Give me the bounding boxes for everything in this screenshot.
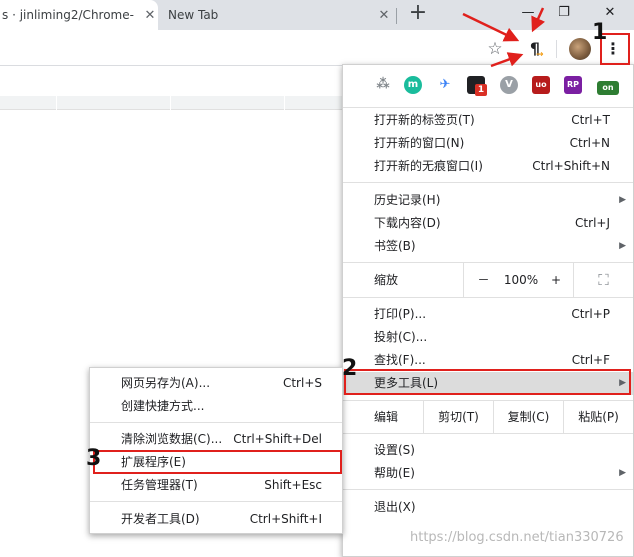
annotation-arrows (462, 7, 546, 68)
network-icon[interactable]: ⁂ (374, 76, 392, 94)
zoom-out-button[interactable]: － (463, 263, 503, 297)
edit-label: 编辑 (374, 410, 399, 424)
menu-item-help[interactable]: 帮助(E) ▶ (343, 462, 633, 485)
tab-title: s · jinliming2/Chrome- (2, 8, 134, 22)
zoom-row: 缩放 － 100% + ⛶ (343, 263, 633, 297)
menu-item-settings[interactable]: 设置(S) (343, 439, 633, 462)
menu-item-new-window[interactable]: 打开新的窗口(N) Ctrl+N (343, 132, 633, 155)
menu-item-label: 下载内容(D) (374, 216, 441, 230)
menu-item-label: 帮助(E) (374, 466, 415, 480)
menu-divider (90, 501, 342, 502)
submenu-item-create-shortcut[interactable]: 创建快捷方式... (90, 395, 342, 418)
menu-item-label: 设置(S) (374, 443, 415, 457)
menu-item-label: 打开新的无痕窗口(I) (374, 159, 483, 173)
highlight-box-more-tools (344, 369, 631, 395)
menu-item-label: 开发者工具(D) (121, 512, 200, 526)
toolbar-divider (556, 40, 557, 58)
watermark: https://blog.csdn.net/tian330726 (410, 530, 624, 545)
tab-divider (396, 8, 397, 24)
bird-icon[interactable]: ✈ (436, 76, 454, 94)
menu-divider (90, 422, 342, 423)
extension-badge: 1 (475, 84, 487, 96)
menu-item-label: 网页另存为(A)... (121, 376, 211, 390)
tab-new-tab[interactable]: New Tab ✕ (160, 0, 392, 30)
menu-item-shortcut: Ctrl+T (571, 113, 610, 127)
menu-item-label: 打印(P)... (374, 307, 427, 321)
zoom-level: 100% (503, 273, 539, 287)
edit-row: 编辑 剪切(T) 复制(C) 粘贴(P) (343, 401, 633, 433)
menu-item-shortcut: Shift+Esc (264, 478, 322, 492)
menu-item-shortcut: Ctrl+N (569, 136, 610, 150)
step-number-1: 1 (592, 20, 608, 45)
submenu-item-devtools[interactable]: 开发者工具(D) Ctrl+Shift+I (90, 508, 342, 531)
step-number-3: 3 (86, 446, 102, 471)
chrome-main-menu: ⁂ m ✈ 1 V uo RP on 打开新的标签页(T) Ctrl+T 打开新… (342, 64, 634, 557)
menu-item-history[interactable]: 历史记录(H) ▶ (343, 189, 633, 212)
submenu-arrow-icon: ▶ (619, 241, 626, 251)
menu-item-shortcut: Ctrl+Shift+N (532, 159, 610, 173)
submenu-arrow-icon: ▶ (619, 468, 626, 478)
step-number-2: 2 (342, 356, 358, 381)
fullscreen-icon[interactable]: ⛶ (573, 263, 633, 297)
v-icon[interactable]: V (500, 76, 518, 94)
submenu-item-task-manager[interactable]: 任务管理器(T) Shift+Esc (90, 474, 342, 497)
new-tab-plus-icon[interactable]: + (406, 2, 430, 26)
zoom-in-button[interactable]: + (539, 263, 573, 297)
submenu-arrow-icon: ▶ (619, 195, 626, 205)
menu-item-bookmarks[interactable]: 书签(B) ▶ (343, 235, 633, 258)
highlight-box-extensions (93, 450, 342, 474)
extension-icons-row: ⁂ m ✈ 1 V uo RP on (343, 65, 633, 107)
menu-item-shortcut: Ctrl+P (571, 307, 610, 321)
menu-item-label: 打开新的标签页(T) (374, 113, 475, 127)
tab-active[interactable]: s · jinliming2/Chrome- ✕ (0, 0, 158, 30)
menu-item-label: 退出(X) (374, 500, 416, 514)
paste-button[interactable]: 粘贴(P) (563, 401, 633, 433)
menu-item-shortcut: Ctrl+S (282, 376, 322, 390)
menu-divider (343, 107, 633, 108)
tab-title: New Tab (168, 8, 219, 22)
menu-divider (343, 182, 633, 183)
submenu-item-clear-data[interactable]: 清除浏览数据(C)... Ctrl+Shift+Del (90, 428, 342, 451)
menu-item-label: 任务管理器(T) (121, 478, 198, 492)
menu-item-label: 投射(C)... (374, 330, 428, 344)
menu-item-downloads[interactable]: 下载内容(D) Ctrl+J (343, 212, 633, 235)
on-icon[interactable]: on (597, 81, 619, 95)
badge-extension-icon[interactable]: 1 (467, 76, 487, 96)
menu-item-label: 历史记录(H) (374, 193, 441, 207)
menu-item-label: 创建快捷方式... (121, 399, 205, 413)
menu-item-cast[interactable]: 投射(C)... (343, 326, 633, 349)
menu-divider (343, 489, 633, 490)
profile-avatar[interactable] (569, 38, 591, 60)
menu-item-shortcut: Ctrl+J (575, 216, 610, 230)
menu-item-label: 书签(B) (374, 239, 416, 253)
cut-button[interactable]: 剪切(T) (423, 401, 493, 433)
ublock-icon[interactable]: uo (532, 76, 550, 94)
menu-item-new-tab[interactable]: 打开新的标签页(T) Ctrl+T (343, 109, 633, 132)
page-header-bar (0, 96, 342, 110)
close-icon[interactable]: ✕ (376, 8, 392, 23)
close-icon[interactable]: ✕ (142, 8, 158, 23)
copy-button[interactable]: 复制(C) (493, 401, 563, 433)
rp-icon[interactable]: RP (564, 76, 582, 94)
menu-item-shortcut: Ctrl+Shift+I (249, 512, 322, 526)
submenu-item-save-page[interactable]: 网页另存为(A)... Ctrl+S (90, 372, 342, 395)
menu-item-new-incognito[interactable]: 打开新的无痕窗口(I) Ctrl+Shift+N (343, 155, 633, 178)
menu-item-label: 清除浏览数据(C)... (121, 432, 223, 446)
menu-divider (343, 297, 633, 298)
menu-divider (343, 433, 633, 434)
menu-item-exit[interactable]: 退出(X) (343, 496, 633, 519)
menu-item-shortcut: Ctrl+Shift+Del (233, 432, 322, 446)
zoom-label: 缩放 (374, 273, 399, 287)
menu-item-label: 打开新的窗口(N) (374, 136, 465, 150)
m-icon[interactable]: m (404, 76, 422, 94)
menu-item-print[interactable]: 打印(P)... Ctrl+P (343, 303, 633, 326)
